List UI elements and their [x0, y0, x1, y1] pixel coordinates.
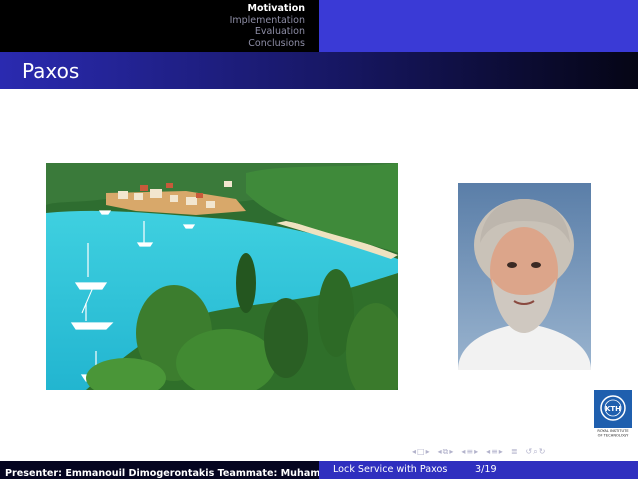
footer-title-area: Lock Service with Paxos 3/19	[319, 461, 638, 479]
kth-logo: KTH ROYAL INSTITUTE OF TECHNOLOGY	[594, 390, 632, 438]
svg-text:OF TECHNOLOGY: OF TECHNOLOGY	[598, 434, 630, 438]
section-navigation: Motivation Implementation Evaluation Con…	[0, 0, 319, 52]
subsection-icon[interactable]: ≡	[466, 447, 473, 457]
arrow-left-icon[interactable]: ◂	[461, 447, 465, 457]
section-list: Motivation Implementation Evaluation Con…	[230, 3, 305, 49]
back-icon[interactable]: ↺	[526, 447, 533, 457]
leslie-lamport-portrait	[458, 183, 591, 370]
svg-text:KTH: KTH	[605, 405, 621, 413]
footline-bar: Presenter: Emmanouil Dimogerontakis Team…	[0, 461, 638, 479]
section-link-motivation[interactable]: Motivation	[230, 3, 305, 15]
headline-bar: Motivation Implementation Evaluation Con…	[0, 0, 638, 52]
frame-stack-icon[interactable]: ⧉	[443, 447, 449, 457]
presentation-title: Lock Service with Paxos	[333, 464, 448, 475]
arrow-right-icon[interactable]: ▸	[426, 447, 430, 457]
page-number: 3/19	[475, 464, 497, 475]
arrow-right-icon[interactable]: ▸	[449, 447, 453, 457]
paxos-island-photo	[46, 163, 398, 390]
section-link-evaluation[interactable]: Evaluation	[230, 26, 305, 38]
section-link-implementation[interactable]: Implementation	[230, 15, 305, 27]
arrow-right-icon[interactable]: ▸	[499, 447, 503, 457]
arrow-left-icon[interactable]: ◂	[486, 447, 490, 457]
search-icon[interactable]: ⌕	[533, 447, 537, 457]
footer-presenter-area: Presenter: Emmanouil Dimogerontakis Team…	[0, 461, 319, 479]
arrow-left-icon[interactable]: ◂	[412, 447, 416, 457]
svg-text:ROYAL INSTITUTE: ROYAL INSTITUTE	[597, 429, 629, 433]
section-link-conclusions[interactable]: Conclusions	[230, 38, 305, 50]
arrow-left-icon[interactable]: ◂	[438, 447, 442, 457]
slide-frame-icon[interactable]: □	[417, 447, 425, 457]
arrow-right-icon[interactable]: ▸	[474, 447, 478, 457]
forward-icon[interactable]: ↻	[539, 447, 546, 457]
document-align-icon[interactable]: ≣	[511, 447, 518, 457]
frame-title-bar: Paxos	[0, 52, 638, 89]
subsection-area	[319, 0, 638, 52]
frame-title: Paxos	[22, 59, 80, 83]
presenter-label: Presenter: Emmanouil Dimogerontakis Team…	[5, 468, 319, 479]
section-icon[interactable]: ≡	[491, 447, 498, 457]
beamer-navigation-controls: ◂ □ ▸ ◂ ⧉ ▸ ◂ ≡ ▸ ◂ ≡ ▸ ≣ ↺ ⌕ ↻	[412, 446, 545, 458]
